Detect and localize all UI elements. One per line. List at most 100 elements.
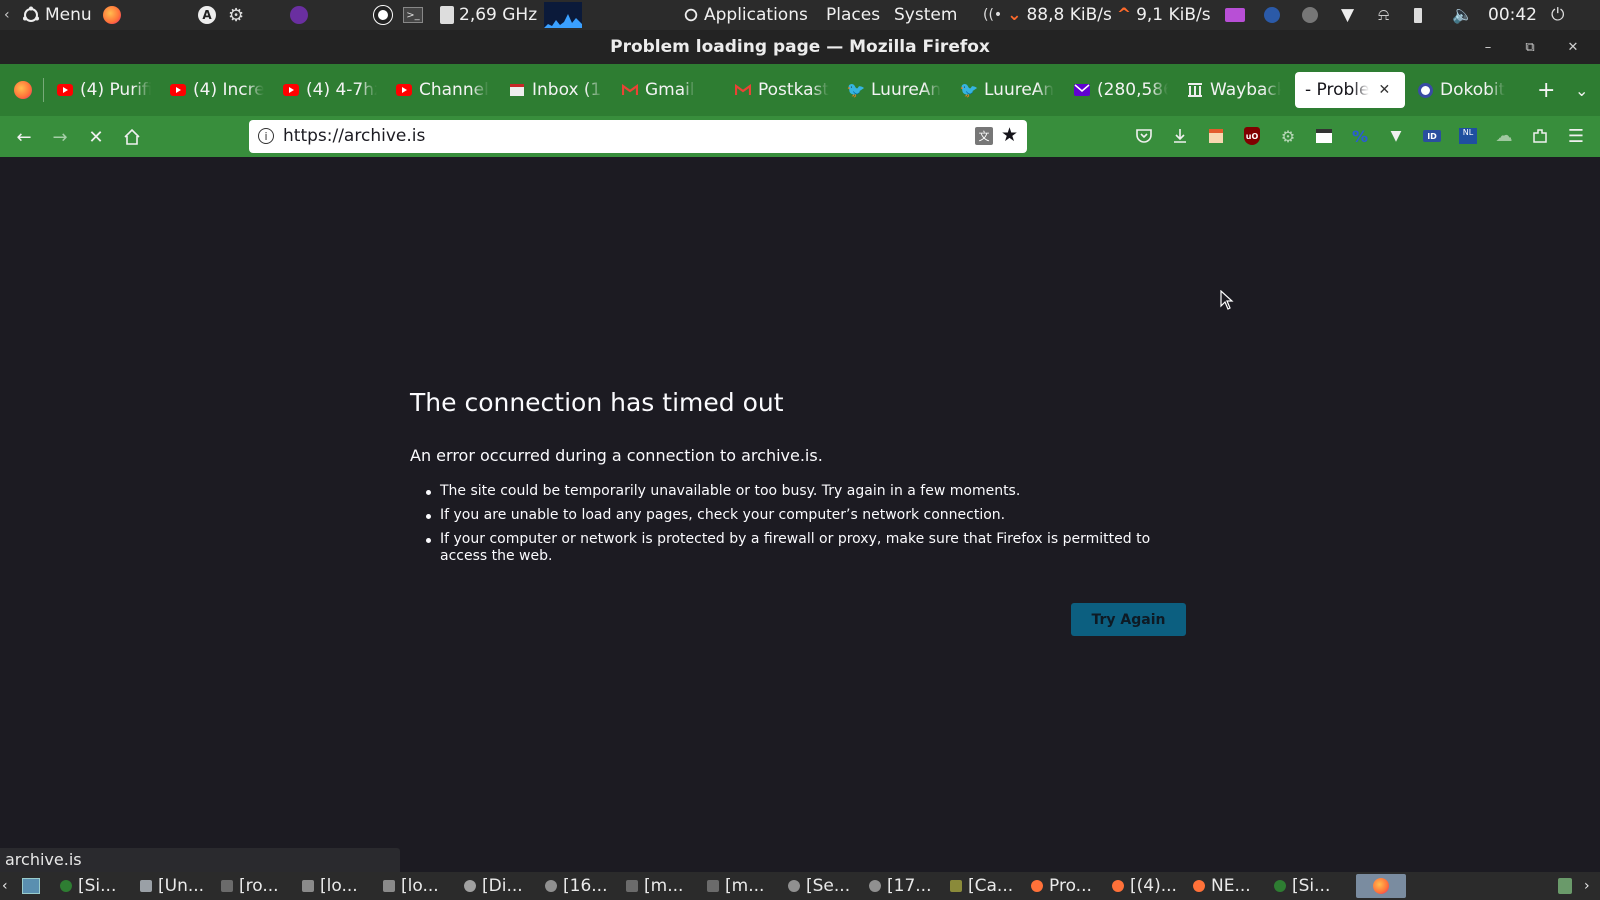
home-button[interactable] [117,122,147,152]
taskbar-window-5[interactable]: [Di... [464,874,540,898]
clock[interactable]: 00:42 [1488,0,1537,30]
tray-battery[interactable] [1414,0,1422,30]
close-tab-icon[interactable]: ✕ [1378,82,1390,98]
tab-11-active[interactable]: - Proble ✕ [1295,72,1405,108]
mail-icon [509,82,525,98]
firefox-view-button[interactable] [4,72,38,108]
taskbar-window-3[interactable]: [lo... [302,874,378,898]
extension-ublock[interactable]: uO [1241,125,1263,147]
network-applet[interactable]: ((• ⌄ 88,8 KiB/s ^ 9,1 KiB/s [983,0,1211,30]
panel-scroll-left[interactable]: ‹ [4,0,10,30]
places-menu[interactable]: Places [826,0,880,30]
podcast-launcher[interactable] [290,0,308,30]
tab-12[interactable]: Dokobit [1408,72,1512,108]
tab-4[interactable]: Inbox (1( [499,72,603,108]
trash-button[interactable] [1558,874,1578,898]
settings-launcher[interactable]: ⚙ [228,0,244,30]
extension-id[interactable]: ID [1421,125,1443,147]
app-launcher-a[interactable]: A [198,0,216,30]
tray-notifications[interactable]: ⍾ [1378,0,1389,30]
system-menu[interactable]: System [894,0,957,30]
taskbar-scroll-left[interactable]: ‹ [2,874,16,898]
tab-9[interactable]: (280,586 [1064,72,1168,108]
extension-link[interactable]: % [1349,125,1371,147]
extension-nl[interactable]: NL [1457,125,1479,147]
url-bar[interactable]: i https://archive.is 文 ★ [249,120,1027,153]
taskbar-window-8[interactable]: [m... [707,874,783,898]
terminal-launcher[interactable]: >_ [403,0,423,30]
taskbar-window-2[interactable]: [ro... [221,874,297,898]
tab-8[interactable]: 🐦 LuureAn [951,72,1055,108]
applications-menu[interactable]: Applications [683,0,808,30]
link-icon: % [1351,126,1369,146]
taskbar-window-9[interactable]: [Se... [788,874,864,898]
translate-icon[interactable]: 文 [975,127,993,145]
forward-button[interactable]: → [45,122,75,152]
downloads-button[interactable] [1169,125,1191,147]
globe-icon [1264,7,1280,23]
extension-gears[interactable]: ⚙ [1277,125,1299,147]
taskbar-window-6[interactable]: [16... [545,874,621,898]
tab-6[interactable]: Postkast [725,72,829,108]
menu-button[interactable]: Menu [22,0,92,30]
tray-vpn-icon[interactable]: ▼ [1341,0,1354,30]
suggestion-item: If your computer or network is protected… [425,531,1195,565]
tray-volume[interactable]: 🔈 [1452,0,1473,30]
window-titlebar[interactable]: Problem loading page — Mozilla Firefox –… [0,30,1600,64]
tab-7[interactable]: 🐦 LuureAn [838,72,942,108]
taskbar-window-13[interactable]: [(4)... [1112,874,1188,898]
stop-button[interactable]: ✕ [81,122,111,152]
extensions-button[interactable] [1529,125,1551,147]
window-title: Problem loading page — Mozilla Firefox [610,37,990,57]
bookmark-star-icon[interactable]: ★ [1001,124,1018,146]
tab-2[interactable]: (4) 4-7hz [273,72,377,108]
firefox-launcher[interactable] [103,0,121,30]
minimize-icon: – [1484,39,1492,55]
back-button[interactable]: ← [9,122,39,152]
taskbar-window-14[interactable]: NE... [1193,874,1269,898]
pocket-button[interactable] [1133,125,1155,147]
minimize-button[interactable]: – [1478,37,1498,57]
taskbar-current-firefox[interactable] [1356,874,1406,898]
upload-arrow-icon: ^ [1116,5,1132,25]
cpu-freq-applet[interactable]: 2,69 GHz [440,0,537,30]
firefox-icon [103,6,121,24]
tray-media-icon[interactable] [1225,0,1245,30]
opera-launcher[interactable] [374,0,392,30]
power-button[interactable]: ⏻ [1551,0,1564,30]
taskbar-window-10[interactable]: [17... [869,874,945,898]
show-desktop-button[interactable] [22,874,44,898]
taskbar-window-11[interactable]: [Ca... [950,874,1026,898]
tray-globe-icon[interactable] [1264,0,1280,30]
firefox-icon [1031,880,1043,892]
list-all-tabs-button[interactable]: ⌄ [1565,72,1595,108]
site-info-icon[interactable]: i [258,128,274,144]
new-tab-button[interactable]: + [1527,72,1557,108]
arrow-left-icon: ← [16,126,32,148]
taskbar-window-0[interactable]: [Si... [60,874,136,898]
taskbar-scroll-right[interactable]: › [1584,874,1598,898]
taskbar-window-4[interactable]: [lo... [383,874,459,898]
extension-container[interactable] [1205,125,1227,147]
system-monitor-graph[interactable] [544,0,582,30]
app-menu-button[interactable]: ☰ [1565,125,1587,147]
tab-5[interactable]: Gmail [612,72,716,108]
taskbar-window-12[interactable]: Pro... [1031,874,1107,898]
try-again-button[interactable]: Try Again [1071,603,1186,636]
tab-0[interactable]: (4) Purifi [47,72,151,108]
chevron-left-icon: ‹ [4,7,10,23]
extension-calendar[interactable] [1313,125,1335,147]
tab-3[interactable]: Channel [386,72,490,108]
page-content: The connection has timed out An error oc… [0,157,1600,872]
tab-1[interactable]: (4) Incre [160,72,264,108]
close-window-button[interactable]: ✕ [1563,37,1583,57]
extension-cloud[interactable]: ☁ [1493,125,1515,147]
taskbar-window-15[interactable]: [Si... [1274,874,1350,898]
maximize-button[interactable]: ⧉ [1520,37,1540,57]
tray-info-icon[interactable] [1302,0,1318,30]
taskbar-window-1[interactable]: [Un... [140,874,216,898]
tab-10[interactable]: Wayback [1177,72,1281,108]
taskbar-window-7[interactable]: [m... [626,874,702,898]
extension-filter[interactable]: ▼ [1385,125,1407,147]
firefox-icon [14,81,32,99]
